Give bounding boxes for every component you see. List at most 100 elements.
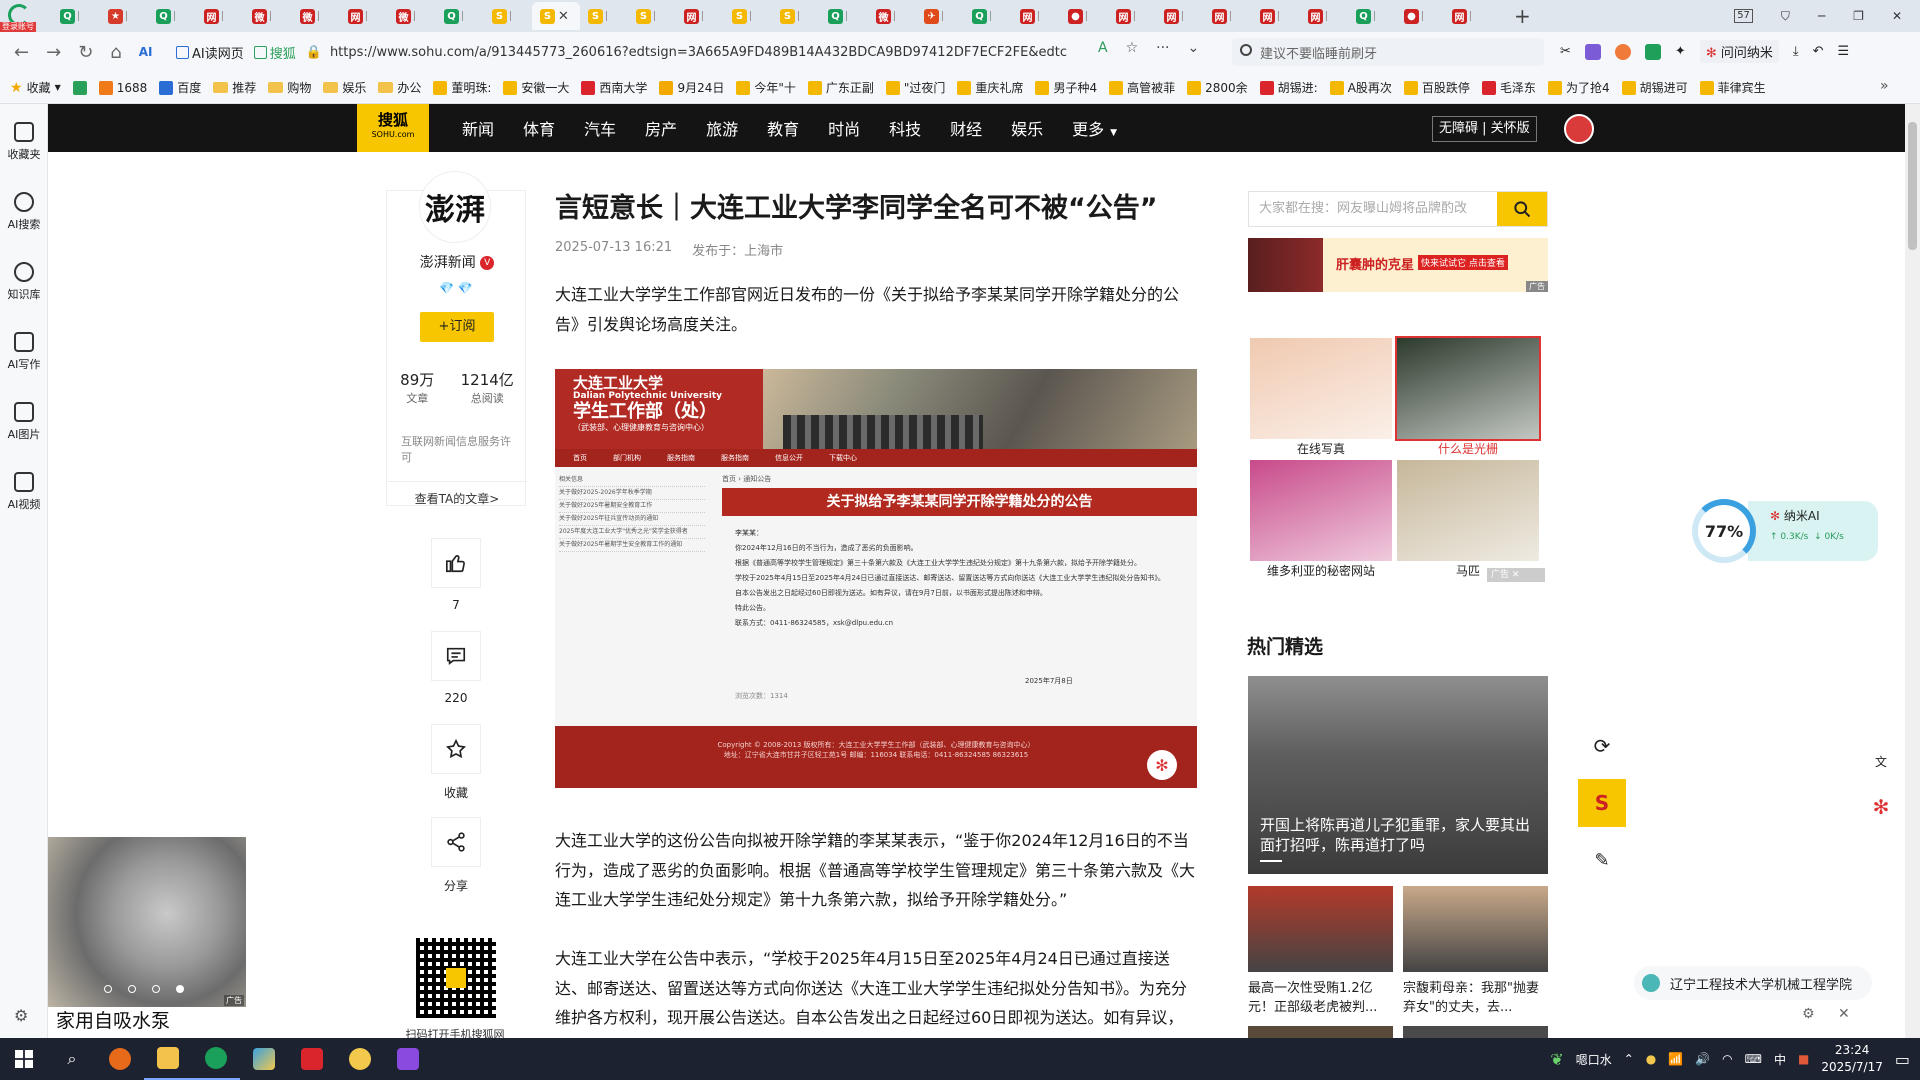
shirt-icon[interactable]: ⛉ <box>1781 9 1790 24</box>
browser-tab[interactable]: 网 <box>1012 2 1060 30</box>
bookmark-item[interactable]: 广东正副 <box>807 79 874 96</box>
bookmark-item[interactable]: 安徽一大 <box>503 79 569 96</box>
nano-side-icon[interactable]: ✻ <box>1868 794 1894 820</box>
page-scrollbar[interactable] <box>1905 104 1920 1038</box>
browser-tab[interactable]: 网 <box>676 2 724 30</box>
channel-link[interactable]: 教育 <box>767 116 799 140</box>
browser-tab[interactable]: 微 <box>868 2 916 30</box>
site-search-button[interactable] <box>1497 192 1547 226</box>
scissors-icon[interactable]: ✂ <box>1560 44 1571 59</box>
read-aloud-icon[interactable]: A <box>1098 40 1108 56</box>
toast-settings-icon[interactable]: ⚙ <box>1802 1006 1815 1022</box>
sidebar-item-4[interactable]: AI图片 <box>0 402 48 442</box>
bookmark-item[interactable]: 百度 <box>159 79 201 96</box>
game-icon[interactable] <box>1614 43 1631 60</box>
browser-tab[interactable]: 网 <box>340 2 388 30</box>
start-button[interactable] <box>0 1038 48 1080</box>
browser-logo[interactable]: 登录账号 <box>0 0 52 32</box>
accessibility-button[interactable]: 无障碍 | 关怀版 <box>1432 116 1537 142</box>
notification-toast[interactable]: 辽宁工程技术大学机械工程学院 <box>1634 966 1872 1000</box>
reload-icon[interactable]: ↻ <box>78 42 93 63</box>
comment-button[interactable]: 220 <box>431 631 481 705</box>
ime-logo-icon[interactable]: ■ <box>1798 1052 1809 1066</box>
browser-tab[interactable]: Q <box>148 2 196 30</box>
network-icon[interactable]: 📶 <box>1668 1052 1683 1066</box>
restore-icon[interactable]: ❐ <box>1853 9 1864 23</box>
browser-tab[interactable]: 微 <box>244 2 292 30</box>
taskbar-paint[interactable] <box>240 1038 288 1080</box>
taskbar-search[interactable]: ⌕ <box>48 1038 96 1080</box>
site-search-input[interactable]: 大家都在搜：网友曝山姆将品牌酌改 <box>1249 192 1497 226</box>
translate-icon[interactable]: 文 <box>1868 748 1894 774</box>
nano-float-icon[interactable]: ✻ <box>1147 750 1177 780</box>
volume-icon[interactable]: 🔊 <box>1695 1052 1710 1066</box>
taskbar-app[interactable] <box>384 1038 432 1080</box>
browser-search-input[interactable]: 建议不要临睡前刷牙 <box>1232 38 1544 66</box>
bookmark-item[interactable]: 为了抢4 <box>1547 79 1610 96</box>
browser-tab[interactable]: 网 <box>1204 2 1252 30</box>
bookmark-item[interactable]: 毛泽东 <box>1481 79 1536 96</box>
author-name[interactable]: 澎湃新闻 V <box>387 252 527 272</box>
taskbar-firefox[interactable] <box>96 1038 144 1080</box>
share-button[interactable]: 分享 <box>431 817 481 894</box>
user-avatar[interactable] <box>1564 114 1594 144</box>
ime-indicator[interactable]: 中 <box>1774 1051 1786 1068</box>
sidebar-item-1[interactable]: AI搜索 <box>0 192 48 232</box>
puzzle-icon[interactable]: ✦ <box>1675 44 1686 59</box>
notification-center-icon[interactable]: ▭ <box>1895 1050 1910 1069</box>
sohu-app-tool[interactable]: S <box>1578 779 1626 827</box>
bookmark-item[interactable]: 董明珠: <box>433 79 491 96</box>
extension-green-icon[interactable] <box>1644 43 1661 60</box>
keyboard-icon[interactable]: ⌨ <box>1745 1052 1762 1066</box>
channel-link[interactable]: 财经 <box>950 116 982 140</box>
bookmark-item[interactable]: 娱乐 <box>323 79 366 96</box>
bookmark-item[interactable]: 西南大学 <box>581 79 647 96</box>
sidebar-item-0[interactable]: 收藏夹 <box>0 122 48 162</box>
url-text[interactable]: https://www.sohu.com/a/913445773_260616?… <box>330 45 1070 60</box>
bookmark-item[interactable]: 推荐 <box>213 79 256 96</box>
refresh-tool[interactable]: ⟳ <box>1578 722 1626 770</box>
channel-link[interactable]: 时尚 <box>828 116 860 140</box>
channel-link[interactable]: 新闻 <box>462 116 494 140</box>
chevron-down-icon[interactable]: ⌄ <box>1188 40 1200 56</box>
forward-icon[interactable]: → <box>46 42 61 63</box>
taskbar-browser[interactable] <box>192 1038 240 1080</box>
bookmark-item[interactable]: 胡锡进可 <box>1621 79 1688 96</box>
weather-text[interactable]: 嗯口水 <box>1576 1051 1612 1068</box>
bookmark-item[interactable]: 今年"十 <box>736 79 796 96</box>
toast-close-icon[interactable]: ✕ <box>1838 1006 1850 1022</box>
favorite-button[interactable]: 收藏 <box>431 724 481 801</box>
sohu-logo[interactable]: 搜狐 SOHU.com <box>357 104 429 152</box>
bookmark-item[interactable] <box>72 80 87 95</box>
search-engine-button[interactable]: 搜狐 <box>253 43 296 62</box>
channel-link[interactable]: 旅游 <box>706 116 738 140</box>
tray-app-icon[interactable]: ● <box>1646 1052 1656 1066</box>
browser-tab[interactable]: Q <box>964 2 1012 30</box>
download-icon[interactable]: ⤓ <box>1793 44 1799 59</box>
tray-chevron-icon[interactable]: ⌃ <box>1624 1052 1634 1066</box>
bookmark-item[interactable]: "过夜门 <box>885 79 945 96</box>
home-icon[interactable]: ⌂ <box>110 42 121 63</box>
ai-icon[interactable]: AI <box>139 45 153 59</box>
like-button[interactable]: 7 <box>431 538 481 612</box>
tab-close-icon[interactable]: ✕ <box>558 9 569 24</box>
liver-ad-banner[interactable]: 肝囊肿的克星 快来试试它 点击查看 广告 <box>1248 238 1548 292</box>
back-icon[interactable]: ← <box>14 42 29 63</box>
bookmark-item[interactable]: 胡锡进: <box>1259 79 1318 96</box>
bookmark-star-icon[interactable]: ☆ <box>1126 40 1139 56</box>
channel-link[interactable]: 科技 <box>889 116 921 140</box>
sidebar-item-2[interactable]: 知识库 <box>0 262 48 302</box>
taskbar-wps[interactable] <box>288 1038 336 1080</box>
bookmark-item[interactable]: 购物 <box>268 79 311 96</box>
wifi-icon[interactable]: ◠ <box>1722 1052 1732 1066</box>
browser-tab[interactable]: 网 <box>1300 2 1348 30</box>
extension-purple-icon[interactable] <box>1584 43 1601 60</box>
minimize-icon[interactable]: ─ <box>1818 9 1825 23</box>
bookmark-item[interactable]: 9月24日 <box>659 79 724 96</box>
more-icon[interactable]: ··· <box>1156 40 1169 56</box>
new-tab-button[interactable]: + <box>1514 4 1534 28</box>
browser-tab[interactable]: S <box>724 2 772 30</box>
browser-tab[interactable]: S ✕ <box>532 2 580 30</box>
menu-icon[interactable]: ☰ <box>1838 44 1850 59</box>
browser-tab[interactable]: 网 <box>1156 2 1204 30</box>
